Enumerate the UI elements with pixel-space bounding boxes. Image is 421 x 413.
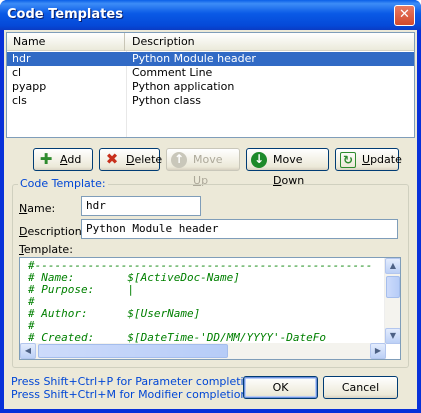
cancel-button[interactable]: Cancel: [323, 376, 398, 399]
update-button[interactable]: ↻ Update: [335, 148, 402, 171]
template-name: cl: [12, 66, 22, 79]
add-label-rest: dd: [67, 153, 82, 166]
column-header-name[interactable]: Name: [7, 33, 125, 51]
code-line: # Author: $[UserName]: [28, 307, 201, 320]
ok-button[interactable]: OK: [243, 376, 318, 399]
dialog-title: Code Templates: [7, 7, 123, 22]
list-header: Name Description: [7, 33, 414, 51]
x-icon: ✖: [105, 150, 119, 168]
title-bar[interactable]: Code Templates ✕: [0, 0, 421, 30]
close-icon: ✕: [399, 7, 410, 22]
code-line: # Purpose: |: [28, 283, 134, 296]
template-name: cls: [12, 94, 27, 107]
description-label-rest: escription:: [27, 225, 86, 238]
move-down-button[interactable]: ↓ Move Down: [246, 148, 329, 187]
update-label-mnemonic: U: [362, 153, 371, 166]
template-name: pyapp: [12, 80, 47, 93]
horizontal-scrollbar[interactable]: ◀ ▶: [20, 343, 386, 359]
templates-list[interactable]: Name Description hdr Python Module heade…: [6, 32, 415, 138]
group-title: Code Template:: [18, 177, 108, 190]
name-field[interactable]: hdr: [81, 196, 201, 216]
horizontal-scroll-thumb[interactable]: [38, 344, 228, 358]
name-label-mnemonic: N: [19, 202, 28, 215]
add-button[interactable]: ✚ Add: [33, 148, 93, 171]
move-down-label-prefix: Move: [273, 153, 303, 166]
list-item[interactable]: cls Python class: [7, 94, 414, 108]
plus-icon: ✚: [39, 150, 53, 168]
scroll-left-button[interactable]: ◀: [20, 343, 36, 359]
refresh-icon: ↻: [340, 152, 356, 168]
arrow-up-icon: ↑: [171, 152, 187, 168]
close-button[interactable]: ✕: [394, 5, 415, 26]
delete-label-rest: elete: [134, 153, 163, 166]
list-item[interactable]: hdr Python Module header: [7, 52, 414, 66]
template-description: Comment Line: [132, 66, 213, 79]
list-item[interactable]: pyapp Python application: [7, 80, 414, 94]
list-item[interactable]: cl Comment Line: [7, 66, 414, 80]
name-label-rest: ame:: [27, 202, 56, 215]
dialog-body: Name Description hdr Python Module heade…: [4, 30, 417, 409]
vertical-scroll-thumb[interactable]: [386, 276, 400, 298]
arrow-down-icon: ↓: [251, 152, 267, 168]
template-description: Python Module header: [132, 52, 256, 65]
scroll-right-button[interactable]: ▶: [370, 343, 386, 359]
column-header-description[interactable]: Description: [126, 33, 414, 51]
template-description: Python application: [132, 80, 235, 93]
scroll-down-button[interactable]: ▼: [385, 328, 400, 344]
modifier-completion-hint: Press Shift+Ctrl+M for Modifier completi…: [11, 388, 248, 401]
vertical-scrollbar[interactable]: ▲ ▼: [384, 258, 400, 344]
move-up-button[interactable]: ↑ Move Up: [166, 148, 240, 187]
move-up-label-prefix: Move: [193, 153, 223, 166]
template-description: Python class: [132, 94, 201, 107]
template-editor[interactable]: #---------------------------------------…: [19, 257, 401, 360]
description-field[interactable]: Python Module header: [81, 219, 398, 239]
update-label-rest: pdate: [370, 153, 402, 166]
code-templates-dialog: Code Templates ✕ Name Description hdr Py…: [0, 0, 421, 413]
parameter-completion-hint: Press Shift+Ctrl+P for Parameter complet…: [11, 375, 258, 388]
description-label: Description:: [19, 225, 85, 238]
scroll-up-button[interactable]: ▲: [385, 258, 400, 274]
template-label: Template:: [19, 243, 73, 256]
template-label-rest: emplate:: [23, 243, 73, 256]
template-name: hdr: [12, 52, 31, 65]
delete-button[interactable]: ✖ Delete: [99, 148, 163, 171]
name-label: Name:: [19, 202, 55, 215]
